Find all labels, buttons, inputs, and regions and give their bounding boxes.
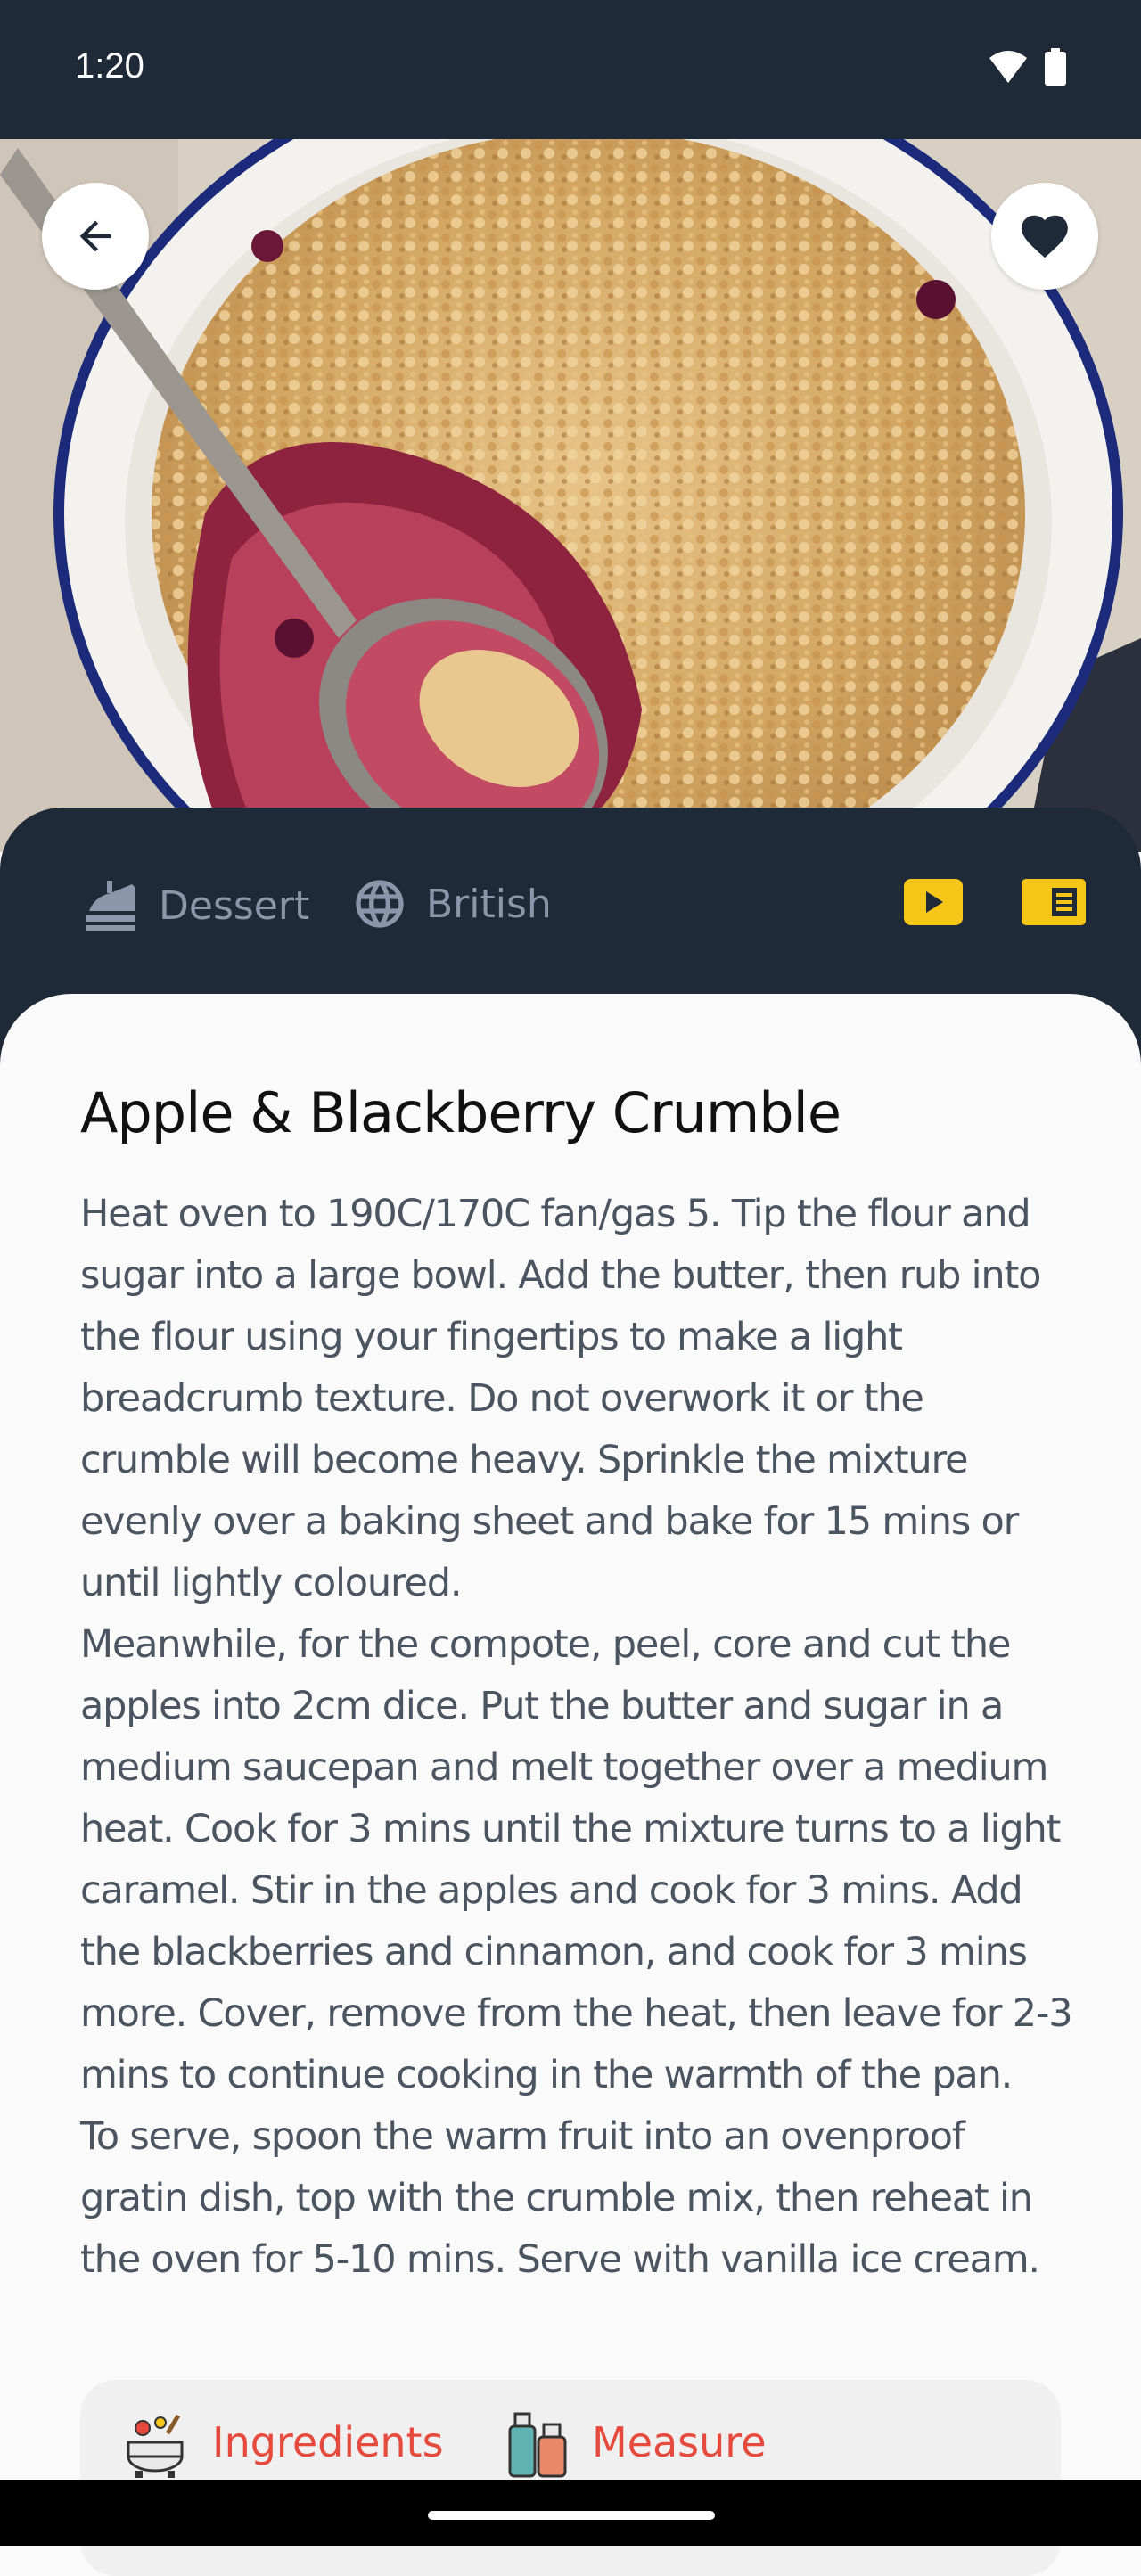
wifi-icon (989, 51, 1027, 83)
instruction-paragraph: Heat oven to 190C/170C fan/gas 5. Tip th… (80, 1192, 1041, 1605)
tab-ingredients-label: Ingredients (212, 2418, 444, 2466)
category-label: Dessert (159, 882, 310, 929)
tab-measure[interactable]: Measure (505, 2407, 767, 2478)
youtube-button[interactable] (904, 879, 963, 925)
recipe-title: Apple & Blackberry Crumble (80, 1080, 841, 1145)
area-label: British (426, 881, 552, 927)
instruction-paragraph: To serve, spoon the warm fruit into an o… (80, 2114, 1040, 2282)
heart-icon (1022, 215, 1068, 258)
recipe-instructions: Heat oven to 190C/170C fan/gas 5. Tip th… (80, 1184, 1079, 2291)
instruction-paragraph: Meanwhile, for the compote, peel, core a… (80, 1622, 1073, 2097)
favorite-button[interactable] (991, 183, 1098, 290)
dessert-icon (86, 881, 135, 931)
tab-ingredients[interactable]: Ingredients (119, 2407, 444, 2478)
globe-icon (356, 880, 404, 928)
tab-measure-label: Measure (592, 2418, 767, 2466)
status-time: 1:20 (75, 46, 144, 86)
status-bar: 1:20 (0, 0, 1141, 139)
play-video-icon (904, 879, 963, 925)
area-chip: British (351, 875, 552, 932)
recipe-hero-image (0, 139, 1141, 852)
home-gesture-handle[interactable] (428, 2511, 715, 2520)
status-icons (988, 48, 1066, 86)
arrow-left-icon (79, 220, 111, 252)
bottles-icon (508, 2412, 567, 2478)
source-button[interactable] (1022, 879, 1086, 925)
back-button[interactable] (42, 183, 149, 290)
cooking-pot-icon (127, 2414, 184, 2478)
article-icon (1022, 879, 1086, 925)
category-chip: Dessert (80, 875, 309, 936)
battery-icon (1045, 48, 1066, 86)
